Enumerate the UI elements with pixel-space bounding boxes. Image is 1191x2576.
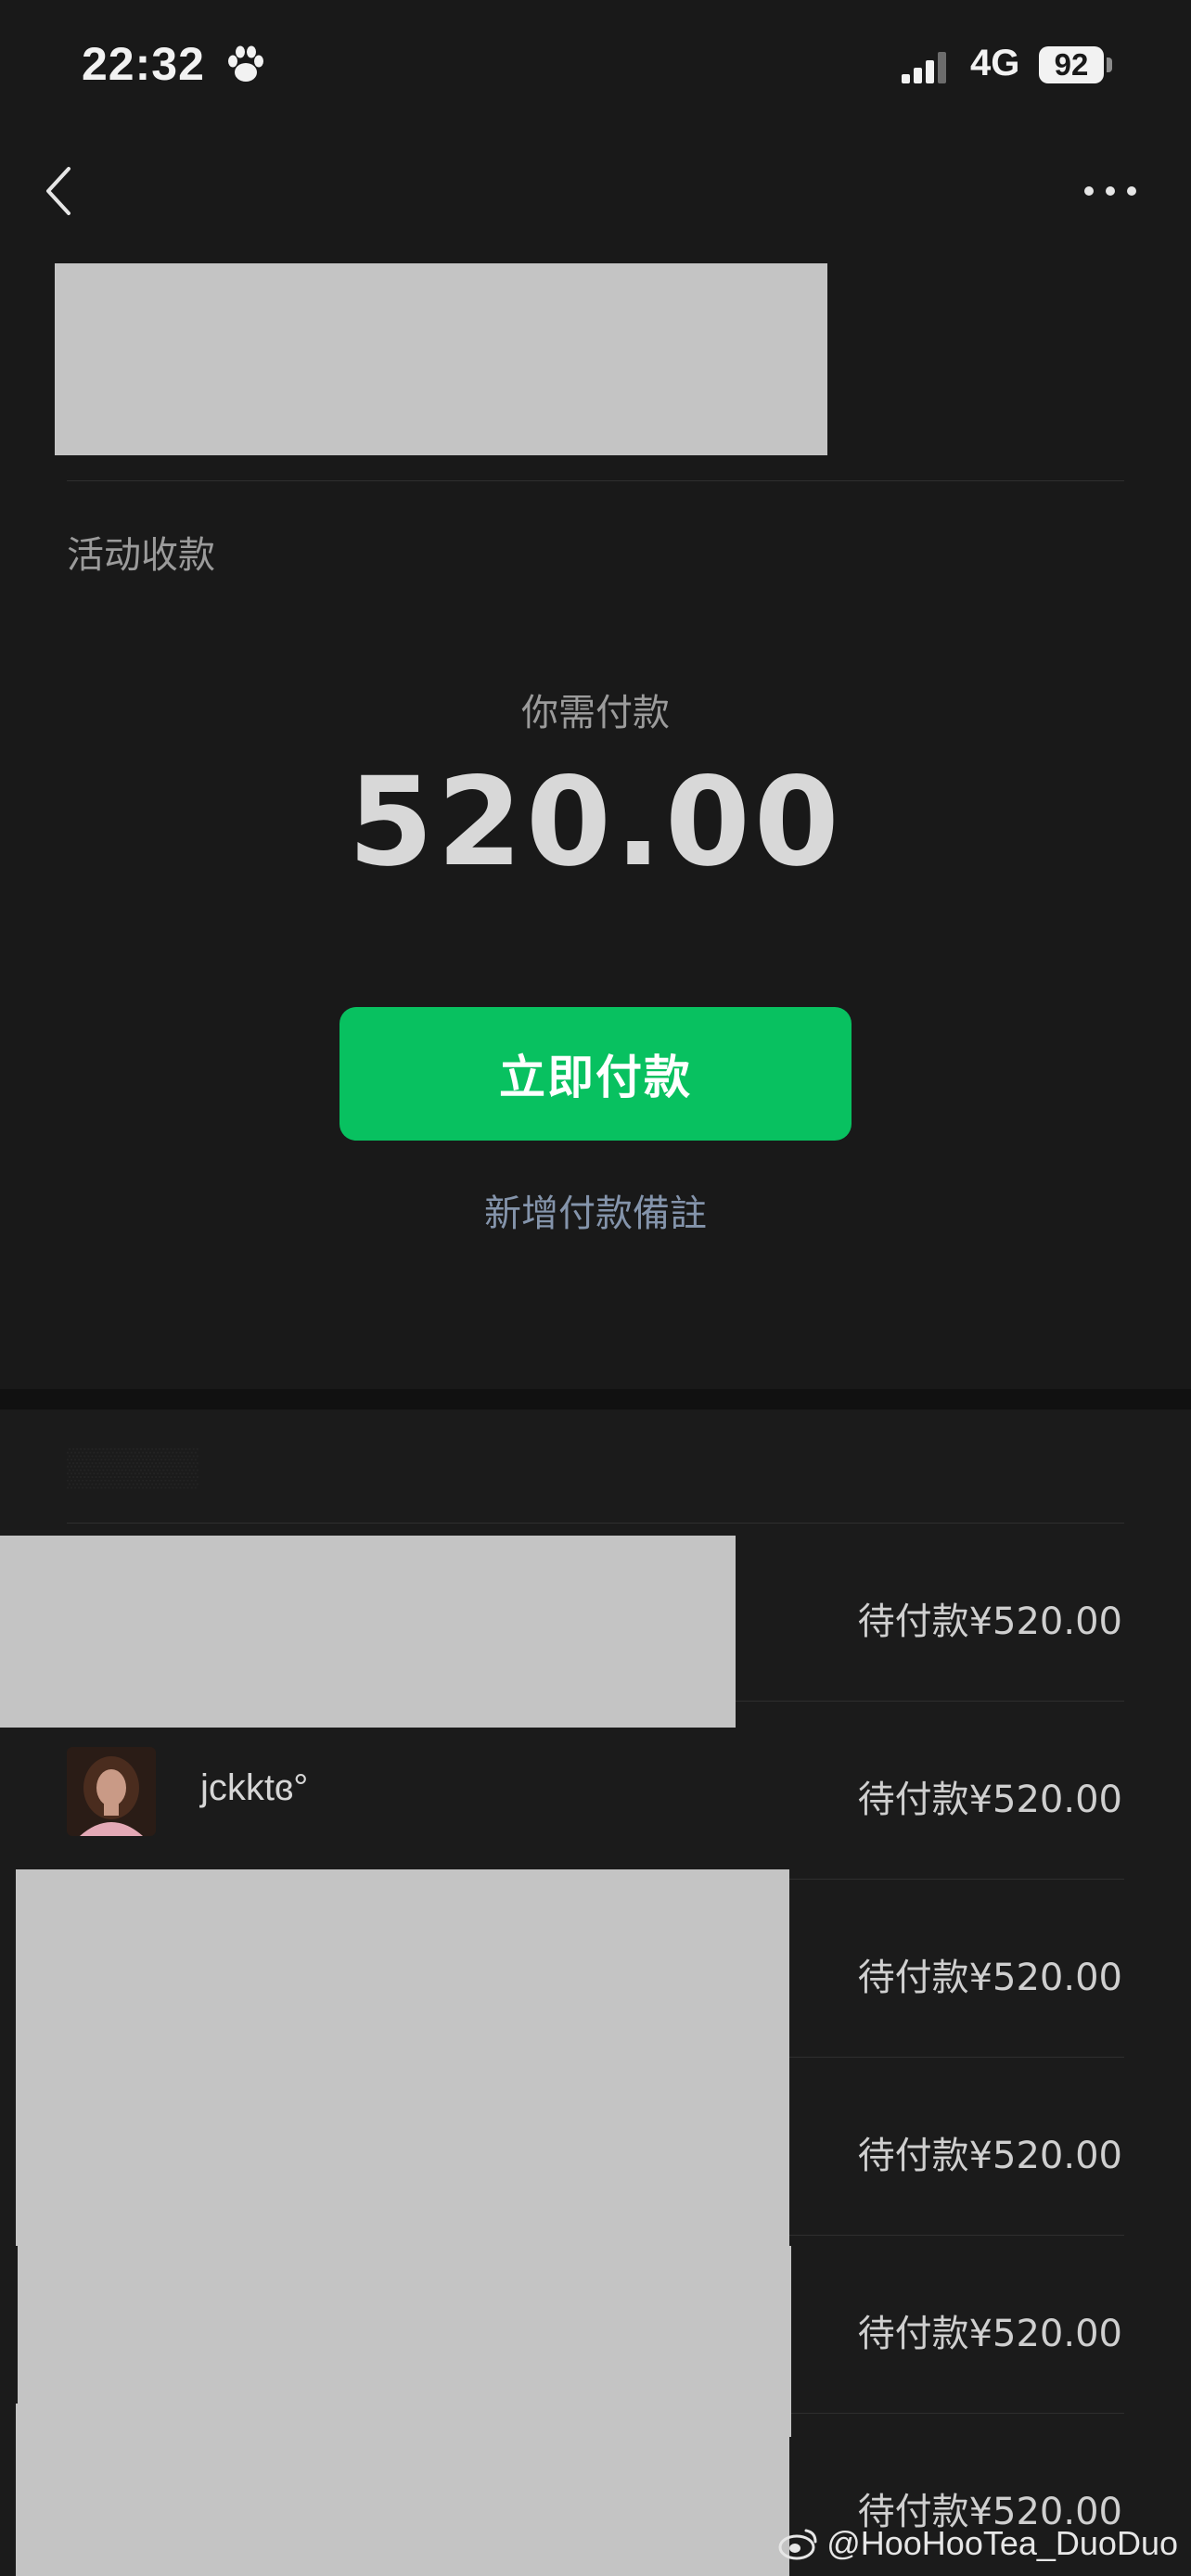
status-time: 22:32: [82, 38, 205, 90]
list-header-faded: ▒▒▒▒▒: [67, 1447, 198, 1487]
ellipsis-icon[interactable]: [1082, 182, 1139, 200]
watermark: @HooHooTea_DuoDuo: [778, 2524, 1178, 2563]
row-divider: [67, 1523, 1124, 1524]
redacted-payer: [0, 1536, 736, 1728]
payer-name: jckktɞ°: [200, 1767, 309, 1808]
weibo-icon: [778, 2529, 817, 2560]
section-label: 活动收款: [67, 535, 215, 576]
add-note-link[interactable]: 新增付款備註: [0, 1183, 1191, 1237]
payer-status: 待付款¥520.00: [857, 1779, 1122, 1821]
payment-prompt: 你需付款: [521, 693, 670, 733]
redacted-payer: [16, 2404, 789, 2576]
header-divider: [67, 480, 1124, 481]
watermark-text: @HooHooTea_DuoDuo: [826, 2524, 1178, 2562]
redacted-title: [55, 263, 827, 455]
payer-status: 待付款¥520.00: [857, 2135, 1122, 2177]
signal-icon: [902, 52, 946, 83]
payer-status: 待付款¥520.00: [857, 1600, 1122, 1643]
battery-indicator: 92: [1039, 46, 1104, 83]
payer-status: 待付款¥520.00: [857, 2313, 1122, 2355]
payer-status: 待付款¥520.00: [857, 1957, 1122, 1999]
network-type: 4G: [970, 43, 1020, 83]
payment-amount: 520.00: [348, 751, 843, 894]
chevron-left-icon[interactable]: [41, 163, 78, 219]
redacted-payer: [16, 1869, 789, 2060]
redacted-payer: [16, 2060, 789, 2246]
paw-icon: [228, 45, 263, 82]
battery-cap: [1107, 57, 1112, 72]
pay-now-button[interactable]: 立即付款: [339, 1007, 852, 1141]
avatar[interactable]: [67, 1747, 156, 1836]
section-separator: [0, 1389, 1191, 1409]
